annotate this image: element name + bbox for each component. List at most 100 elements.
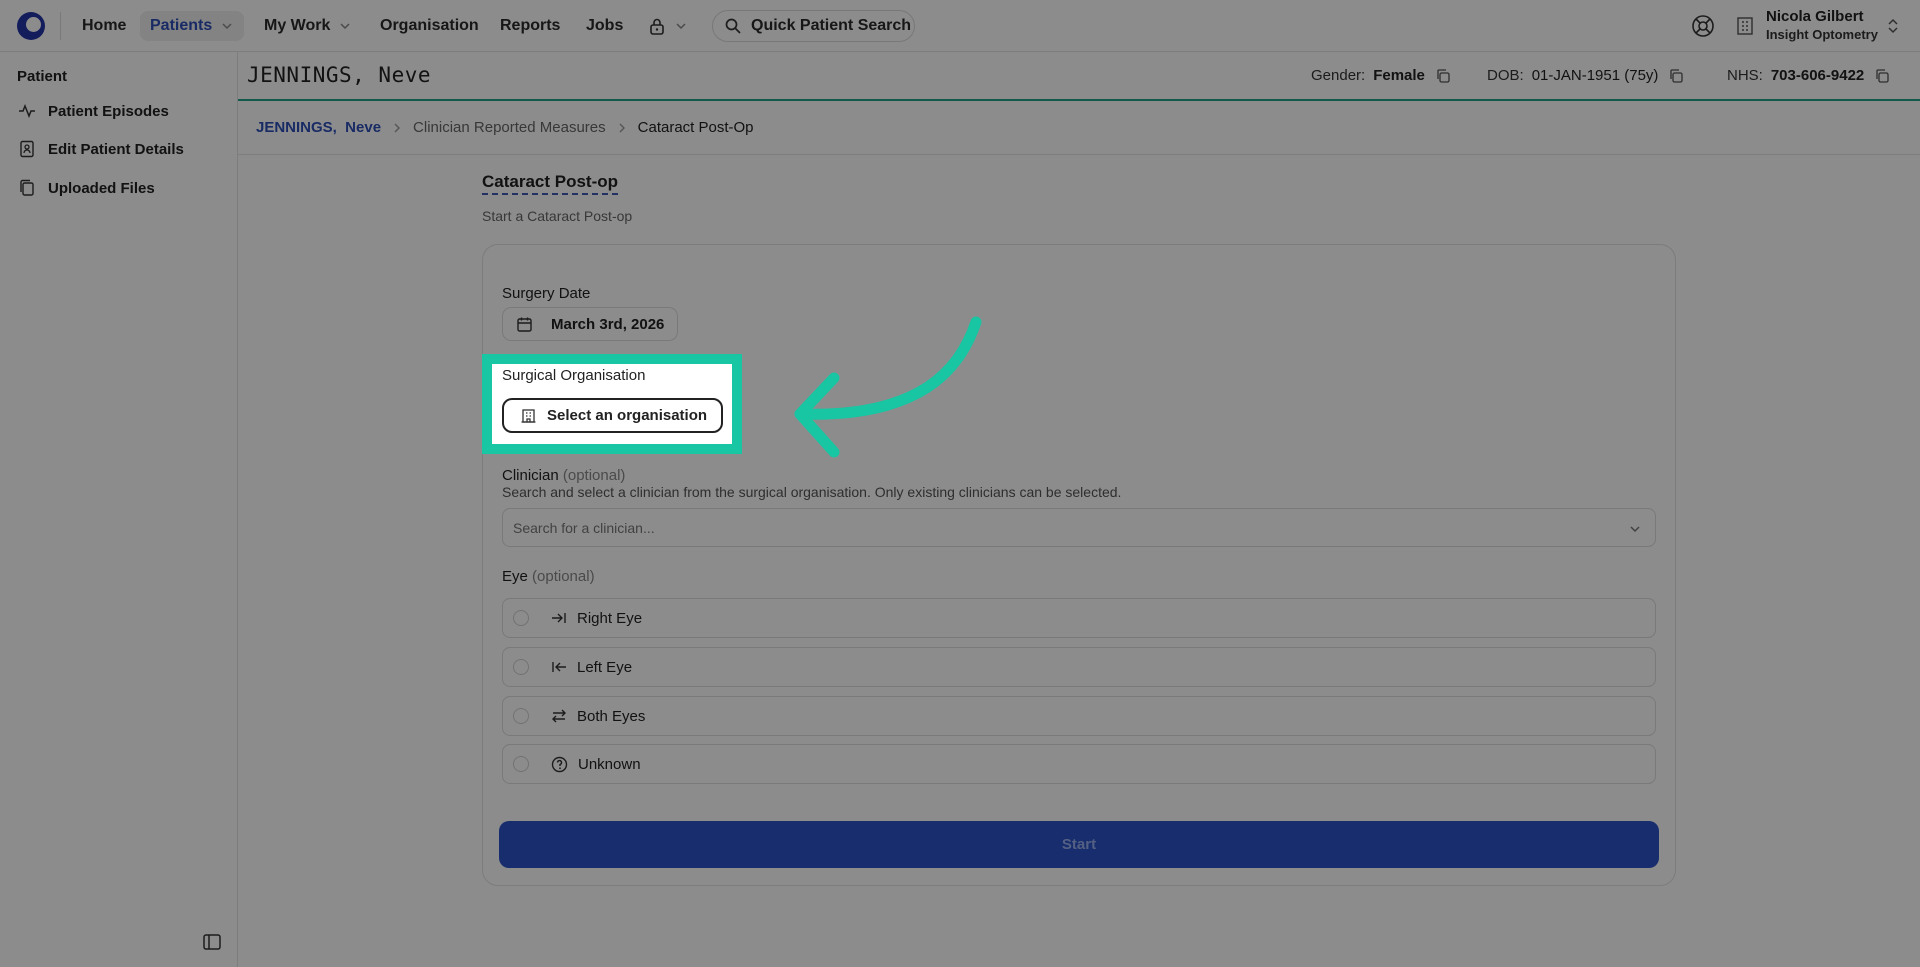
breadcrumb-current: Cataract Post-Op xyxy=(637,119,754,136)
clinician-placeholder: Search for a clinician... xyxy=(513,519,655,536)
chevron-up-down-icon[interactable] xyxy=(1886,17,1900,35)
surgery-date-value: March 3rd, 2026 xyxy=(551,315,665,333)
radio-button[interactable] xyxy=(513,708,529,724)
form-subtitle: Start a Cataract Post-op xyxy=(482,208,633,224)
chevron-right-icon xyxy=(619,123,625,132)
nav-jobs[interactable]: Jobs xyxy=(576,11,633,41)
eye-option-label: Right Eye xyxy=(577,609,643,627)
surgery-date-label: Surgery Date xyxy=(502,285,591,302)
sidebar-item-label: Patient Episodes xyxy=(48,102,169,120)
sidebar-toggle-icon[interactable] xyxy=(202,932,222,952)
activity-icon xyxy=(19,103,35,119)
optional-tag: (optional) xyxy=(562,467,626,484)
sidebar-item-edit-patient-details[interactable]: Edit Patient Details xyxy=(18,137,184,161)
nav-divider xyxy=(60,12,61,40)
eye-option-label: Left Eye xyxy=(577,658,633,676)
files-icon xyxy=(20,179,34,196)
lock-icon xyxy=(650,18,664,35)
optional-tag: (optional) xyxy=(532,568,595,585)
chevron-down-icon xyxy=(1630,526,1640,533)
building-icon[interactable] xyxy=(1736,16,1754,36)
nav-reports-label: Reports xyxy=(500,17,561,34)
patient-nhs: NHS: 703-606-9422 xyxy=(1727,67,1890,84)
nav-patients-label: Patients xyxy=(150,17,213,34)
top-navigation: Home Patients My Work Organisation Repor… xyxy=(0,0,1920,52)
sidebar-item-label: Edit Patient Details xyxy=(48,140,184,158)
sidebar-title: Patient xyxy=(17,68,68,85)
arrow-right-to-line-icon xyxy=(552,613,566,623)
nav-lock-menu[interactable] xyxy=(638,11,698,41)
eye-option-both[interactable]: Both Eyes xyxy=(502,696,1656,736)
chevron-down-icon xyxy=(340,23,350,30)
quick-patient-search[interactable]: Quick Patient Search xyxy=(712,10,915,42)
building-icon xyxy=(521,409,536,423)
dob-value: 01-JAN-1951 (75y) xyxy=(1531,67,1659,84)
eye-label: Eye (optional) xyxy=(502,568,595,585)
start-button[interactable]: Start xyxy=(499,821,1659,868)
eye-label-text: Eye xyxy=(502,568,528,585)
chevron-down-icon xyxy=(676,23,686,30)
nhs-value: 703-606-9422 xyxy=(1770,67,1865,84)
eye-option-label: Unknown xyxy=(578,755,641,773)
eye-option-unknown[interactable]: Unknown xyxy=(502,744,1656,784)
clinician-label-text: Clinician xyxy=(502,467,559,484)
form-title: Cataract Post-op xyxy=(482,172,619,195)
nav-organisation-label: Organisation xyxy=(380,17,479,34)
copy-icon[interactable] xyxy=(1874,68,1890,84)
radio-button[interactable] xyxy=(513,756,529,772)
user-organisation: Insight Optometry xyxy=(1766,27,1878,42)
nav-my-work[interactable]: My Work xyxy=(254,11,362,41)
app-logo[interactable] xyxy=(17,12,45,40)
chevron-right-icon xyxy=(394,123,401,132)
eye-option-label: Both Eyes xyxy=(577,707,646,725)
sidebar-item-patient-episodes[interactable]: Patient Episodes xyxy=(18,99,169,123)
sidebar-item-label: Uploaded Files xyxy=(48,179,155,197)
search-icon xyxy=(725,18,741,34)
select-organisation-label: Select an organisation xyxy=(547,407,708,424)
arrow-left-to-line-icon xyxy=(552,662,566,672)
chevron-down-icon xyxy=(222,23,232,30)
breadcrumb-patient[interactable]: JENNINGS, Neve xyxy=(256,119,381,136)
nav-home-label: Home xyxy=(82,17,127,34)
breadcrumb: JENNINGS, Neve Clinician Reported Measur… xyxy=(256,119,754,136)
spotlight-region: Surgical Organisation Select an organisa… xyxy=(492,364,732,444)
radio-button[interactable] xyxy=(513,610,529,626)
pointer-arrow-icon xyxy=(794,316,982,458)
nav-patients[interactable]: Patients xyxy=(140,11,245,41)
clinician-search-select[interactable]: Search for a clinician... xyxy=(502,508,1656,547)
nhs-label: NHS: xyxy=(1727,67,1763,84)
sidebar-item-uploaded-files[interactable]: Uploaded Files xyxy=(18,176,155,200)
eye-option-right[interactable]: Right Eye xyxy=(502,598,1656,638)
app-page: Home Patients My Work Organisation Repor… xyxy=(0,0,1920,967)
nav-organisation[interactable]: Organisation xyxy=(370,11,489,41)
gender-label: Gender: xyxy=(1311,67,1366,84)
nav-reports[interactable]: Reports xyxy=(490,11,570,41)
copy-icon[interactable] xyxy=(1435,68,1451,84)
breadcrumb-bar: JENNINGS, Neve Clinician Reported Measur… xyxy=(238,103,1920,155)
radio-button[interactable] xyxy=(513,659,529,675)
gender-value: Female xyxy=(1373,67,1425,84)
surgery-date-picker[interactable]: March 3rd, 2026 xyxy=(502,307,678,341)
select-organisation-button[interactable]: Select an organisation xyxy=(502,398,723,433)
eye-option-left[interactable]: Left Eye xyxy=(502,647,1656,687)
calendar-icon xyxy=(517,317,532,332)
copy-icon[interactable] xyxy=(1668,68,1684,84)
question-circle-icon xyxy=(551,756,568,772)
lifebuoy-icon[interactable] xyxy=(1691,14,1715,38)
arrows-left-right-icon xyxy=(552,709,566,723)
clinician-label: Clinician (optional) xyxy=(502,467,625,484)
user-name[interactable]: Nicola Gilbert xyxy=(1766,8,1864,25)
patient-gender: Gender: Female xyxy=(1311,67,1451,84)
nav-jobs-label: Jobs xyxy=(586,17,624,34)
nav-home[interactable]: Home xyxy=(72,11,136,41)
breadcrumb-section[interactable]: Clinician Reported Measures xyxy=(413,119,606,136)
nav-my-work-label: My Work xyxy=(264,17,331,34)
dob-label: DOB: xyxy=(1487,67,1524,84)
patient-name: JENNINGS, Neve xyxy=(247,63,432,87)
quick-search-label: Quick Patient Search xyxy=(751,17,912,34)
patient-dob: DOB: 01-JAN-1951 (75y) xyxy=(1487,67,1684,84)
sidebar: Patient Patient Episodes Edit Patient De… xyxy=(0,52,238,967)
clinician-help-text: Search and select a clinician from the s… xyxy=(502,484,1122,500)
surgical-organisation-label: Surgical Organisation xyxy=(502,367,646,384)
patient-header: JENNINGS, Neve Gender: Female DOB: 01-JA… xyxy=(238,52,1920,101)
